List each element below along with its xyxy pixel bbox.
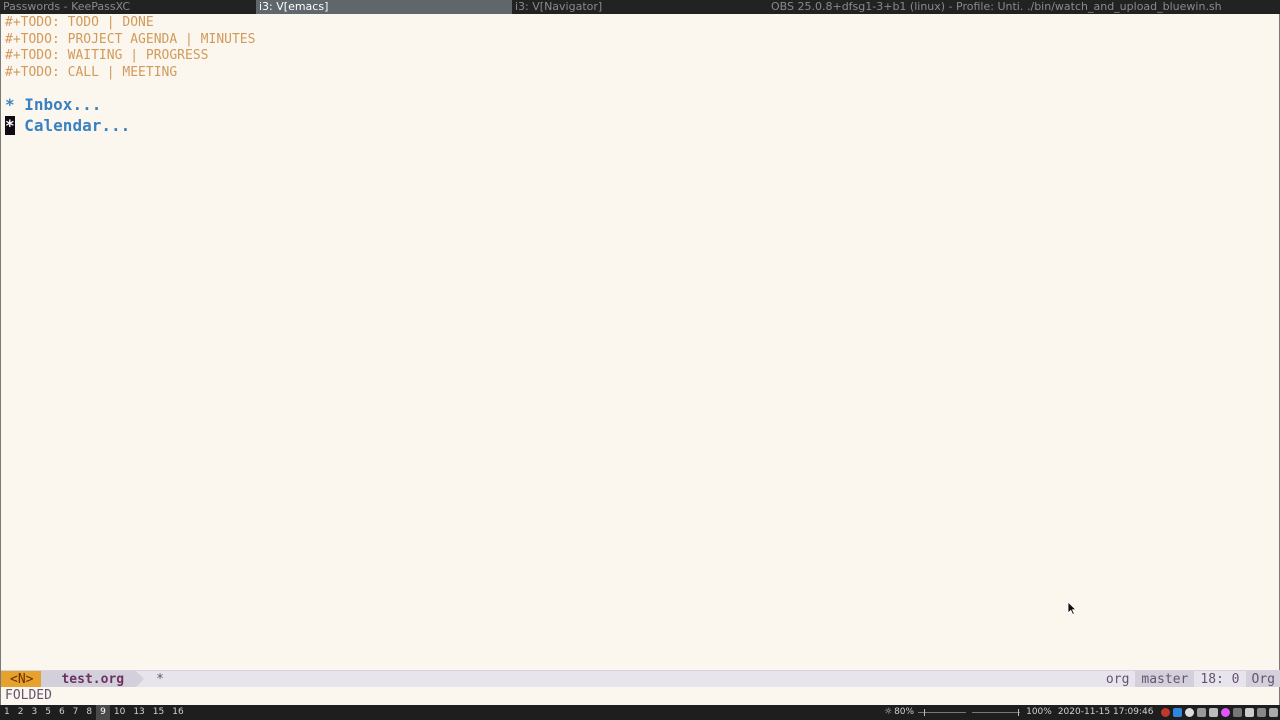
- todo-keyword-line: #+TODO: WAITING | PROGRESS: [5, 48, 209, 64]
- tab-keepassxc[interactable]: Passwords - KeePassXC: [0, 0, 256, 14]
- workspace-button[interactable]: 10: [110, 705, 129, 720]
- todo-keyword-line: #+TODO: PROJECT AGENDA | MINUTES: [5, 31, 256, 47]
- workspace-button[interactable]: 3: [27, 705, 41, 720]
- echo-area: FOLDED: [5, 688, 52, 703]
- org-heading-inbox[interactable]: * Inbox...: [5, 94, 1279, 115]
- vc-branch[interactable]: master: [1135, 671, 1195, 687]
- workspace-button[interactable]: 6: [55, 705, 69, 720]
- clock: 2020-11-15 17:09:46: [1057, 707, 1154, 717]
- brightness-icon: ☼: [884, 707, 893, 717]
- tray-app-icon[interactable]: [1173, 708, 1183, 717]
- mode-name[interactable]: Org: [1245, 671, 1280, 687]
- volume-slider[interactable]: [972, 709, 1021, 716]
- org-buffer[interactable]: #+TODO: TODO | DONE #+TODO: PROJECT AGEN…: [5, 15, 1279, 136]
- workspace-button[interactable]: 16: [168, 705, 187, 720]
- workspace-button[interactable]: 15: [149, 705, 168, 720]
- workspace-button[interactable]: 7: [69, 705, 83, 720]
- tray-app-icon[interactable]: [1221, 708, 1231, 717]
- text-cursor: *: [5, 116, 15, 136]
- tray-app-icon[interactable]: [1185, 708, 1195, 717]
- emacs-frame: #+TODO: TODO | DONE #+TODO: PROJECT AGEN…: [0, 14, 1280, 705]
- workspace-button[interactable]: 2: [14, 705, 28, 720]
- tray-app-icon[interactable]: [1233, 708, 1243, 717]
- window-title-bar: Passwords - KeePassXC i3: V[emacs] i3: V…: [0, 0, 1280, 14]
- heading-text: Inbox...: [14, 95, 102, 115]
- workspace-button[interactable]: 8: [82, 705, 96, 720]
- tray-app-icon[interactable]: [1209, 708, 1219, 717]
- brightness-slider[interactable]: [918, 709, 967, 716]
- tray-app-icon[interactable]: [1245, 708, 1255, 717]
- org-heading-calendar[interactable]: * Calendar...: [5, 115, 1279, 136]
- volume-level: 100%: [1026, 707, 1052, 717]
- workspace-button[interactable]: 1: [0, 705, 14, 720]
- tab-navigator[interactable]: i3: V[Navigator]: [512, 0, 768, 14]
- workspace-button[interactable]: 13: [129, 705, 148, 720]
- tab-obs[interactable]: OBS 25.0.8+dfsg1-3+b1 (linux) - Profile:…: [768, 0, 1024, 14]
- cursor-position: 18: 0: [1200, 672, 1240, 687]
- todo-keyword-line: #+TODO: CALL | MEETING: [5, 64, 178, 80]
- tray-app-icon[interactable]: [1197, 708, 1207, 717]
- workspace-button-focused[interactable]: 9: [96, 705, 110, 720]
- network-icon[interactable]: [1257, 708, 1267, 717]
- volume-icon[interactable]: [1269, 708, 1279, 717]
- brightness-level: 80%: [894, 707, 915, 717]
- todo-keyword-line: #+TODO: TODO | DONE: [5, 15, 154, 30]
- tray-app-icon[interactable]: [1161, 708, 1171, 717]
- system-tray: [1161, 708, 1280, 717]
- workspace-button[interactable]: 5: [41, 705, 55, 720]
- evil-state-indicator: <N>: [1, 671, 51, 687]
- heading-star: *: [5, 95, 15, 115]
- mouse-pointer-icon: [1067, 601, 1077, 615]
- status-area: ☼ 80% 100% 2020-11-15 17:09:46: [884, 705, 1280, 720]
- workspace-list: 1 2 3 5 6 7 8 9 10 13 15 16: [0, 705, 188, 720]
- tab-watch-script[interactable]: ./bin/watch_and_upload_bluewin.sh: [1024, 0, 1280, 14]
- i3-status-bar: 1 2 3 5 6 7 8 9 10 13 15 16 ☼ 80% 100% 2…: [0, 705, 1280, 720]
- major-mode-segment[interactable]: org: [1100, 671, 1135, 687]
- buffer-name[interactable]: test.org: [41, 671, 144, 687]
- mode-line: <N> test.org * org master 18: 0 Org: [1, 670, 1280, 687]
- tab-emacs[interactable]: i3: V[emacs]: [256, 0, 512, 14]
- heading-text: Calendar...: [14, 116, 131, 136]
